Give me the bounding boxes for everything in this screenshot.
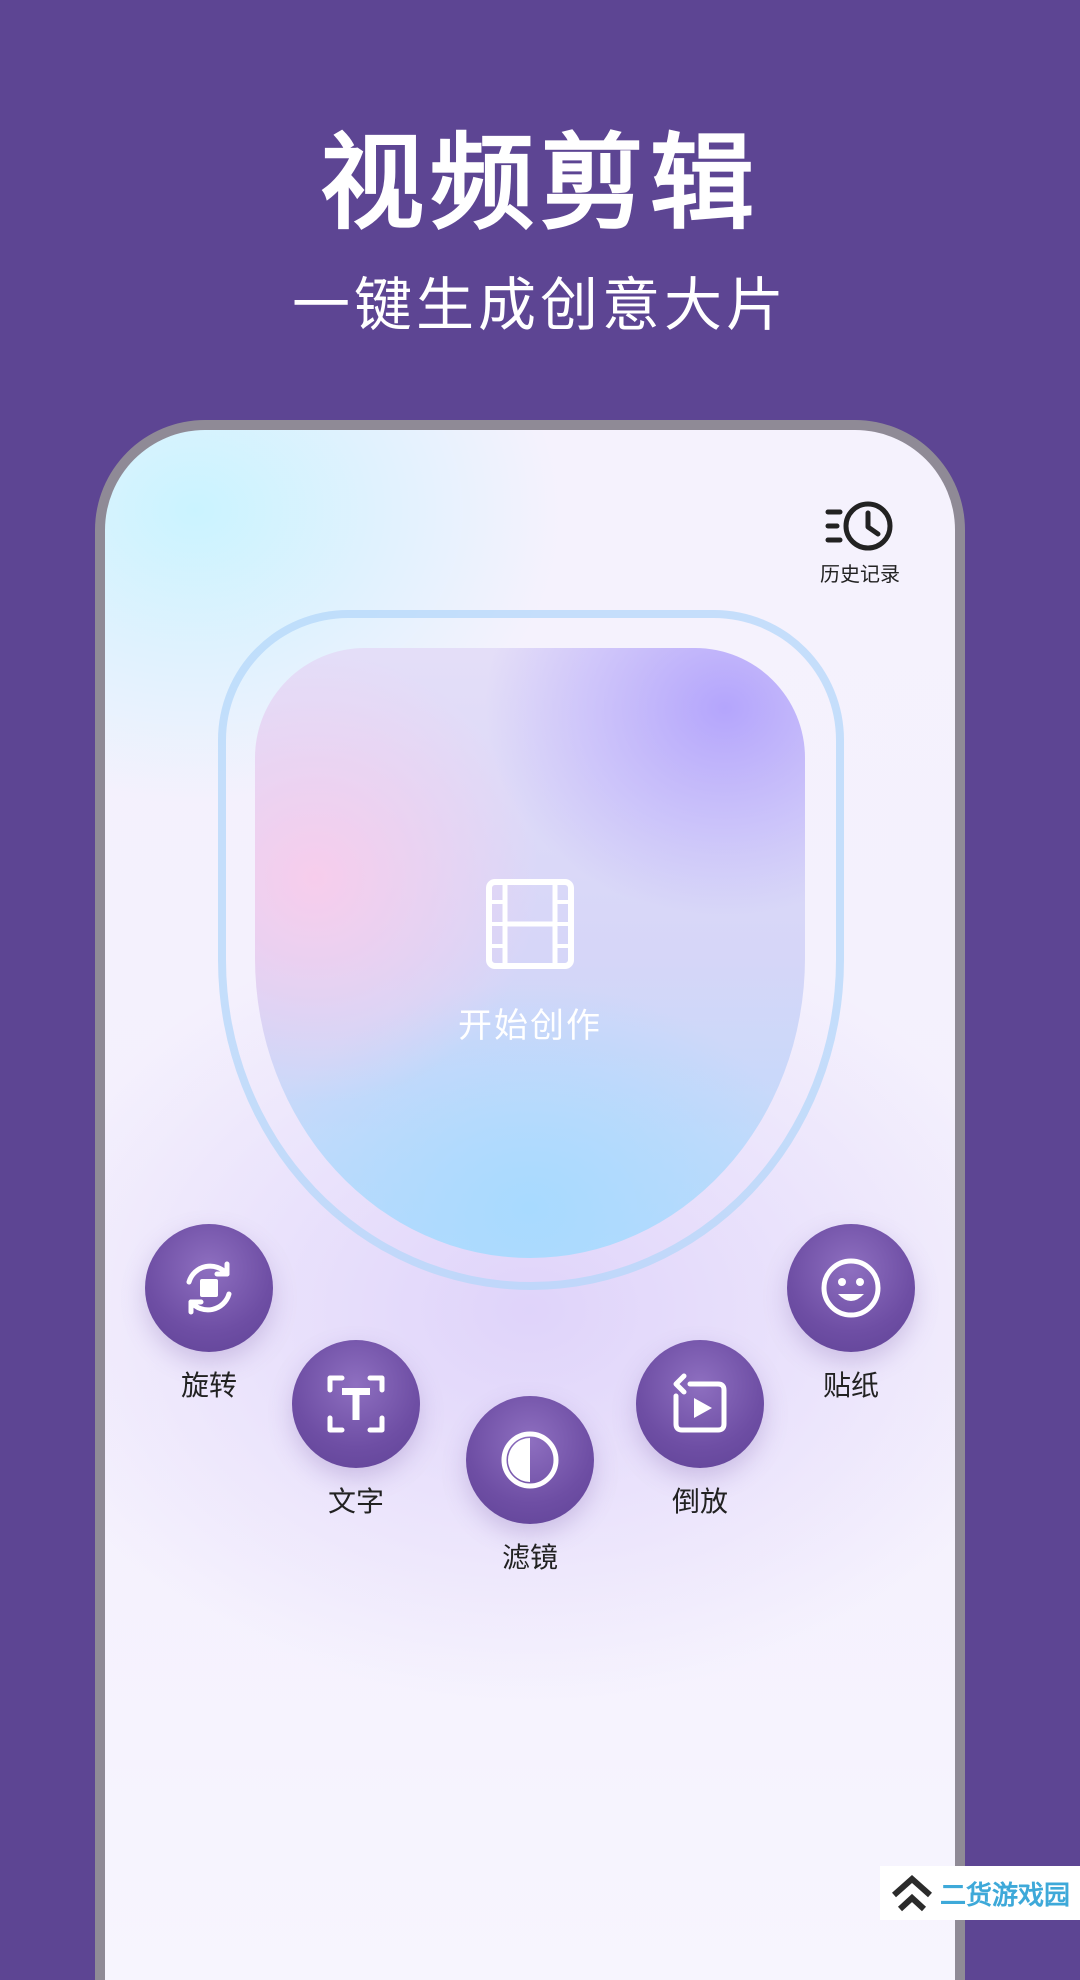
tool-sticker[interactable]: 贴纸 (787, 1224, 915, 1404)
tool-reverse[interactable]: 倒放 (636, 1340, 764, 1520)
history-label: 历史记录 (820, 562, 900, 586)
watermark-text: 二货游戏园 (940, 1880, 1071, 1911)
chevron-up-logo-icon (892, 1874, 932, 1912)
text-icon (327, 1375, 385, 1433)
tool-text-label: 文字 (327, 1485, 384, 1518)
start-create-label: 开始创作 (458, 1006, 602, 1046)
reverse-play-icon (673, 1373, 727, 1433)
start-create-button[interactable]: 开始创作 (255, 648, 805, 1258)
watermark: 二货游戏园 (880, 1866, 1080, 1920)
tool-rotate-label: 旋转 (180, 1369, 237, 1402)
tool-sticker-label: 贴纸 (822, 1369, 879, 1402)
history-button[interactable]: 历史记录 (805, 498, 915, 598)
tool-filter[interactable]: 滤镜 (466, 1396, 594, 1576)
tool-text[interactable]: 文字 (292, 1340, 420, 1520)
film-strip-icon (486, 879, 574, 969)
promo-subtitle: 一键生成创意大片 (291, 271, 788, 339)
promo-title: 视频剪辑 (319, 122, 760, 244)
app-screen: 历史记录 开始创作 旋转 文字 滤镜 倒放 贴纸 (105, 430, 955, 1980)
tool-rotate[interactable]: 旋转 (145, 1224, 273, 1404)
history-clock-icon (825, 501, 893, 551)
tool-filter-label: 滤镜 (501, 1541, 558, 1574)
rotate-icon (186, 1261, 232, 1315)
phone-frame: 历史记录 开始创作 旋转 文字 滤镜 倒放 贴纸 (95, 420, 965, 1980)
sticker-smiley-icon (821, 1258, 881, 1318)
filter-icon (501, 1431, 559, 1489)
tool-reverse-label: 倒放 (671, 1485, 728, 1518)
